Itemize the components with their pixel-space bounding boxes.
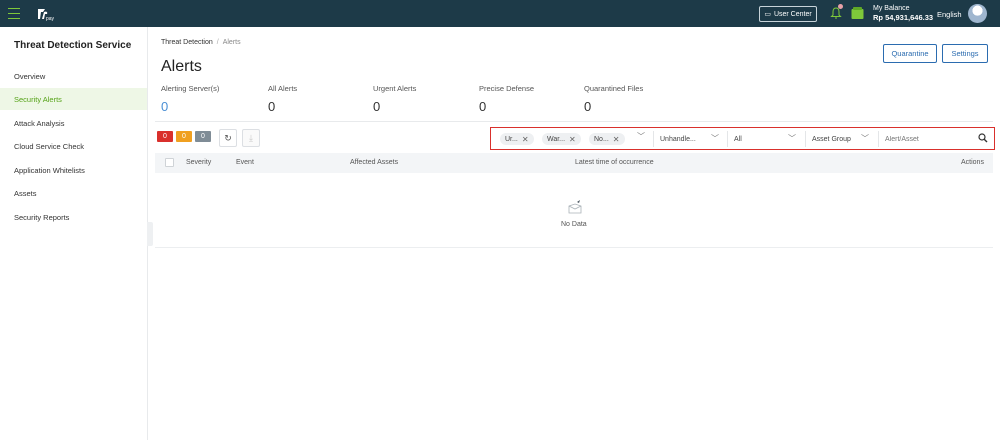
stat-label: Urgent Alerts — [373, 84, 417, 93]
sidebar-item-security-alerts[interactable]: Security Alerts — [0, 88, 147, 110]
refresh-button[interactable]: ↻ — [219, 129, 237, 147]
search-input[interactable] — [878, 131, 973, 147]
status-select-value: Unhandle... — [660, 135, 696, 143]
column-header-event: Event — [236, 159, 254, 166]
stat-value: 0 — [584, 99, 592, 114]
sidebar-item-assets[interactable]: Assets — [0, 182, 147, 204]
sidebar-collapse-handle[interactable] — [147, 222, 153, 246]
filter-bar: Ur... ✕ War... ✕ No... ✕ ﹀ Unhandle... ﹀ All… — [490, 127, 995, 150]
stat-all-alerts: All Alerts 0 — [268, 84, 297, 114]
stat-urgent-alerts: Urgent Alerts 0 — [373, 84, 416, 114]
quarantine-button[interactable]: Quarantine — [883, 44, 937, 63]
status-select[interactable]: Unhandle... ﹀ — [653, 131, 725, 147]
notification-dot — [838, 4, 843, 9]
stat-label: Precise Defense — [479, 84, 535, 93]
notice-count-badge: 0 — [195, 131, 211, 142]
svg-text:pay: pay — [46, 16, 55, 22]
settings-button[interactable]: Settings — [942, 44, 988, 63]
export-button[interactable]: ⤓ — [242, 129, 260, 147]
urgent-count-badge: 0 — [157, 131, 173, 142]
column-header-affected-assets: Affected Assets — [350, 159, 399, 166]
balance[interactable]: My Balance Rp 54,931,646.33 — [873, 4, 933, 22]
refresh-icon: ↻ — [224, 132, 232, 143]
breadcrumb-current: Alerts — [222, 39, 241, 46]
balance-label: My Balance — [873, 5, 910, 12]
sidebar-item-application-whitelists[interactable]: Application Whitelists — [0, 159, 147, 181]
user-center-button[interactable]: ▭ User Center — [759, 6, 817, 22]
logo[interactable]: pay — [36, 6, 58, 22]
stat-label: All Alerts — [268, 84, 298, 93]
stat-value: 0 — [479, 99, 487, 114]
page-title: Alerts — [161, 58, 202, 75]
table-bottom-border — [155, 247, 993, 248]
menu-icon[interactable] — [8, 8, 20, 19]
sidebar: Threat Detection Service Overview Securi… — [0, 27, 148, 440]
monitor-icon: ▭ — [764, 11, 771, 18]
balance-value: Rp 54,931,646.33 — [873, 13, 934, 22]
sidebar-item-attack-analysis[interactable]: Attack Analysis — [0, 112, 147, 134]
stat-value[interactable]: 0 — [161, 99, 219, 114]
chip-label: Ur... — [505, 135, 518, 143]
wallet-icon[interactable] — [851, 6, 864, 20]
select-all-checkbox[interactable] — [165, 158, 174, 167]
chevron-down-icon: ﹀ — [788, 134, 796, 143]
sidebar-item-overview[interactable]: Overview — [0, 65, 147, 87]
stat-label: Quarantined Files — [584, 84, 644, 93]
column-header-severity[interactable]: Severity — [186, 159, 211, 166]
avatar[interactable] — [968, 4, 987, 23]
breadcrumb: Threat Detection / Alerts — [161, 39, 241, 46]
type-select-value: All — [734, 135, 742, 143]
chevron-down-icon[interactable]: ﹀ — [637, 131, 645, 142]
language-selector[interactable]: English — [937, 10, 962, 19]
asset-group-select[interactable]: Asset Group ﹀ — [805, 131, 875, 147]
sidebar-item-security-reports[interactable]: Security Reports — [0, 206, 147, 228]
column-header-actions: Actions — [961, 159, 984, 166]
empty-state-text: No Data — [561, 221, 587, 228]
filter-chip-urgent[interactable]: Ur... ✕ — [500, 133, 534, 145]
empty-box-icon — [568, 200, 582, 214]
top-bar: pay ▭ User Center My Balance Rp 54,931,6… — [0, 0, 1000, 27]
stat-value: 0 — [373, 99, 381, 114]
stat-alerting-servers[interactable]: Alerting Server(s) 0 — [161, 84, 219, 114]
warning-count-badge: 0 — [176, 131, 192, 142]
chip-label: No... — [594, 135, 609, 143]
breadcrumb-link[interactable]: Threat Detection — [161, 39, 213, 46]
stat-quarantined-files: Quarantined Files 0 — [584, 84, 643, 114]
sidebar-item-cloud-service-check[interactable]: Cloud Service Check — [0, 135, 147, 157]
close-icon[interactable]: ✕ — [522, 135, 529, 144]
chip-label: War... — [547, 135, 566, 143]
close-icon[interactable]: ✕ — [569, 135, 576, 144]
asset-group-value: Asset Group — [812, 135, 851, 143]
table-header: Severity Event Affected Assets Latest ti… — [155, 153, 993, 173]
stat-value: 0 — [268, 99, 276, 114]
close-icon[interactable]: ✕ — [613, 135, 620, 144]
divider — [155, 121, 993, 122]
type-select[interactable]: All ﹀ — [727, 131, 802, 147]
stat-precise-defense: Precise Defense 0 — [479, 84, 534, 114]
user-center-label: User Center — [773, 10, 812, 18]
sidebar-title: Threat Detection Service — [14, 40, 132, 51]
search-icon[interactable] — [978, 133, 988, 143]
column-header-latest-time[interactable]: Latest time of occurrence — [575, 159, 654, 166]
chevron-down-icon: ﹀ — [861, 134, 869, 143]
filter-chip-notice[interactable]: No... ✕ — [589, 133, 625, 145]
filter-chip-warning[interactable]: War... ✕ — [542, 133, 581, 145]
chevron-down-icon: ﹀ — [711, 134, 719, 143]
stat-label: Alerting Server(s) — [161, 84, 220, 93]
download-icon: ⤓ — [249, 132, 253, 143]
